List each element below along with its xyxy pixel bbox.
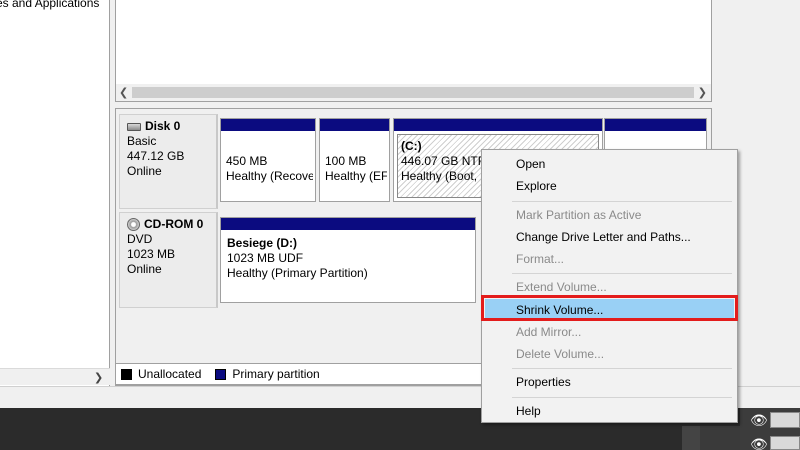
partition-recovery[interactable]: 450 MB Healthy (Recovery Partition): [220, 118, 316, 202]
partition-size: 1023 MB UDF: [227, 251, 304, 265]
legend-primary-partition: Primary partition: [232, 367, 320, 381]
disk-size: 1023 MB: [127, 247, 176, 261]
menu-item-change-drive-letter[interactable]: Change Drive Letter and Paths...: [485, 226, 734, 248]
menu-separator: [512, 368, 732, 369]
disk-name: Disk 0: [145, 119, 181, 133]
layer-thumbnail[interactable]: [770, 412, 800, 428]
cd-rom-0-label[interactable]: CD-ROM 0 DVD 1023 MB Online: [119, 212, 218, 308]
menu-item-shrink-volume[interactable]: Shrink Volume...: [485, 299, 734, 321]
primary-partition-bar: [605, 119, 706, 131]
disk-0-label[interactable]: Disk 0 Basic 447.12 GB Online: [119, 114, 218, 209]
menu-item-mark-partition-active[interactable]: Mark Partition as Active: [485, 204, 734, 226]
primary-partition-bar: [320, 119, 389, 131]
menu-item-open[interactable]: Open: [485, 153, 734, 175]
disk-status: Online: [127, 164, 162, 178]
partition-efi[interactable]: 100 MB Healthy (EFI System Partition): [319, 118, 390, 202]
partition-text: Besiege (D:) 1023 MB UDF Healthy (Primar…: [227, 236, 473, 281]
unallocated-swatch: [121, 368, 132, 380]
partition-status: Healthy (Primary Partition): [227, 266, 368, 280]
menu-separator: [512, 273, 732, 274]
menu-item-extend-volume[interactable]: Extend Volume...: [485, 276, 734, 298]
taskbar-tile[interactable]: [700, 426, 740, 450]
volume-list-horizontal-scrollbar[interactable]: ❮ ❯: [116, 84, 711, 101]
primary-partition-bar: [221, 119, 315, 131]
disk-name: CD-ROM 0: [144, 217, 204, 231]
disk-0-title: Disk 0: [127, 119, 216, 134]
cd-rom-icon: [127, 218, 140, 231]
scroll-right-arrow-icon[interactable]: ❯: [94, 371, 103, 384]
menu-item-explore[interactable]: Explore: [485, 175, 734, 197]
menu-item-properties[interactable]: Properties: [485, 371, 734, 393]
partition-text: 100 MB Healthy (EFI System Partition): [325, 154, 387, 184]
partition-size: 100 MB: [325, 154, 367, 168]
partition-status: Healthy (EFI System Partition): [325, 169, 387, 183]
volume-list-pane[interactable]: ❮ ❯: [115, 0, 712, 102]
menu-item-add-mirror[interactable]: Add Mirror...: [485, 321, 734, 343]
disk-size: 447.12 GB: [127, 149, 185, 163]
menu-separator: [512, 397, 732, 398]
scrollbar-thumb[interactable]: [132, 87, 694, 98]
taskbar-tile[interactable]: [682, 426, 700, 450]
menu-separator: [512, 201, 732, 202]
disk-type: Basic: [127, 134, 157, 148]
partition-text: 450 MB Healthy (Recovery Partition): [226, 154, 313, 184]
cd-rom-0-title: CD-ROM 0: [127, 217, 216, 232]
legend-unallocated: Unallocated: [138, 367, 202, 381]
primary-partition-swatch: [215, 368, 227, 380]
partition-status: Healthy (Recovery Partition): [226, 169, 313, 183]
eye-icon[interactable]: 👁: [750, 436, 768, 450]
partition-label: Besiege (D:): [227, 236, 298, 250]
eye-icon[interactable]: 👁: [750, 412, 768, 429]
hard-disk-icon: [127, 122, 141, 131]
navigation-tree-pane[interactable]: es and Applications: [0, 0, 110, 386]
tree-item-services-and-applications[interactable]: es and Applications: [0, 0, 99, 10]
layer-thumbnail[interactable]: [770, 436, 800, 450]
partition-besiege-d[interactable]: Besiege (D:) 1023 MB UDF Healthy (Primar…: [220, 217, 476, 303]
scroll-right-arrow-icon[interactable]: ❯: [698, 86, 707, 99]
menu-item-help[interactable]: Help: [485, 400, 734, 422]
disk-type: DVD: [127, 232, 153, 246]
layers-panel: 👁 👁: [740, 408, 800, 450]
partition-size: 450 MB: [226, 154, 268, 168]
tree-horizontal-scrollbar[interactable]: ❯: [0, 368, 110, 385]
menu-item-format[interactable]: Format...: [485, 248, 734, 270]
primary-partition-bar: [221, 218, 475, 230]
menu-item-delete-volume[interactable]: Delete Volume...: [485, 343, 734, 365]
primary-partition-bar: [394, 119, 602, 131]
disk-status: Online: [127, 262, 162, 276]
scroll-left-arrow-icon[interactable]: ❮: [119, 86, 128, 99]
partition-context-menu: Open Explore Mark Partition as Active Ch…: [481, 149, 738, 423]
